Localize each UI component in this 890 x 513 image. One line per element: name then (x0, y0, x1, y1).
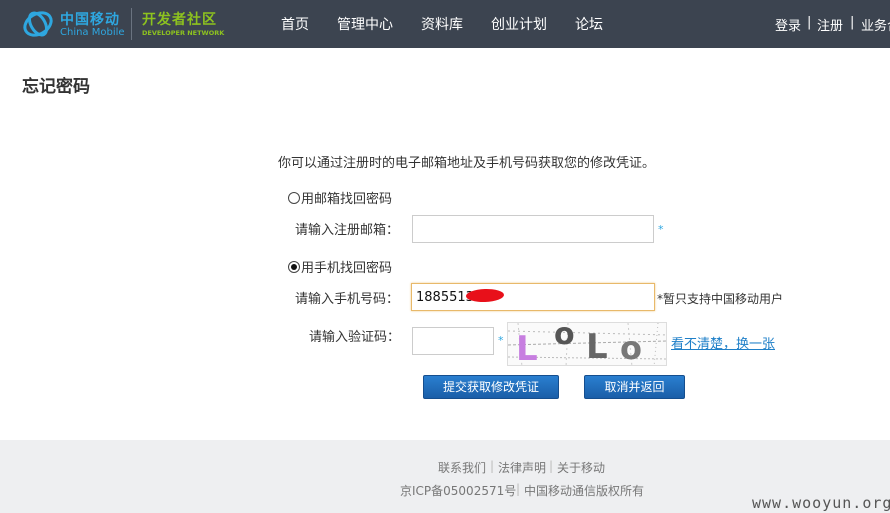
china-mobile-logo-icon[interactable] (22, 8, 54, 40)
brand-divider (131, 8, 132, 40)
captcha-char: o (620, 329, 642, 366)
footer-link-legal[interactable]: 法律声明 (498, 459, 546, 476)
phone-label: 请输入手机号码： (295, 292, 400, 307)
brand-name-en[interactable]: China Mobile (60, 27, 125, 38)
captcha-image[interactable]: L o L o (507, 322, 667, 366)
captcha-char: L (586, 327, 608, 366)
nav-startup-plan[interactable]: 创业计划 (491, 14, 547, 34)
nav-management-center[interactable]: 管理中心 (337, 14, 393, 34)
refresh-captcha-link[interactable]: 看不清楚，换一张 (671, 333, 775, 352)
watermark: www.wooyun.org (752, 494, 890, 512)
footer-link-about[interactable]: 关于移动 (557, 459, 605, 476)
footer-separator: | (549, 459, 554, 473)
submit-button[interactable]: 提交获取修改凭证 (423, 375, 559, 399)
footer-separator: | (516, 482, 521, 496)
nav-forum[interactable]: 论坛 (575, 14, 603, 34)
phone-input[interactable] (411, 283, 655, 311)
captcha-char: L (516, 329, 538, 366)
email-option-label: 用邮箱找回密码 (301, 192, 393, 207)
phone-hint: *暂只支持中国移动用户 (657, 292, 784, 306)
footer-icp[interactable]: 京ICP备05002571号 (400, 482, 516, 499)
top-header: 中国移动 China Mobile 开发者社区 DEVELOPER NETWOR… (0, 0, 890, 48)
phone-radio[interactable] (288, 260, 300, 273)
email-recovery-option[interactable]: 用邮箱找回密码 (288, 188, 392, 207)
top-link-separator: | (850, 15, 855, 30)
developer-community-title[interactable]: 开发者社区 (142, 9, 217, 29)
captcha-label: 请输入验证码： (309, 330, 401, 345)
captcha-char: o (554, 322, 575, 352)
captcha-required-mark: * (498, 334, 504, 347)
register-link[interactable]: 注册 (817, 15, 843, 34)
email-input[interactable] (412, 215, 654, 243)
captcha-input[interactable] (412, 327, 494, 355)
email-label: 请输入注册邮箱： (295, 223, 400, 238)
login-link[interactable]: 登录 (775, 15, 801, 34)
nav-home[interactable]: 首页 (281, 14, 309, 34)
footer-separator: | (490, 459, 495, 473)
cancel-button[interactable]: 取消并返回 (584, 375, 685, 399)
email-required-mark: * (658, 223, 664, 236)
phone-recovery-option[interactable]: 用手机找回密码 (288, 257, 392, 276)
top-link-separator: | (807, 15, 812, 30)
email-radio[interactable] (288, 191, 300, 204)
brand-name-cn[interactable]: 中国移动 (60, 9, 120, 29)
page-title: 忘记密码 (22, 77, 90, 97)
footer-copyright: 中国移动通信版权所有 (524, 484, 645, 498)
intro-text: 你可以通过注册时的电子邮箱地址及手机号码获取您的修改凭证。 (278, 156, 656, 171)
phone-option-label: 用手机找回密码 (301, 261, 393, 276)
footer-link-contact[interactable]: 联系我们 (438, 459, 486, 476)
nav-library[interactable]: 资料库 (421, 14, 463, 34)
developer-network-subtitle[interactable]: DEVELOPER NETWORK (142, 29, 224, 37)
business-link[interactable]: 业务合 (861, 15, 890, 34)
